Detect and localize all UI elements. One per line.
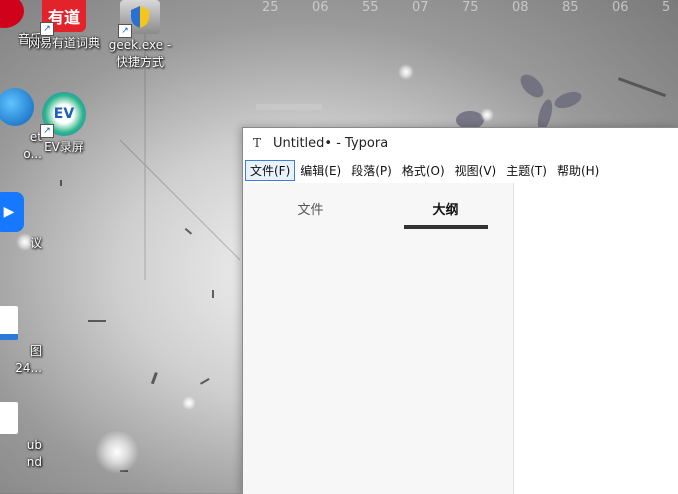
menu-edit[interactable]: 编辑(E) <box>295 160 346 181</box>
svg-text:07: 07 <box>412 0 429 15</box>
label-line: nd <box>26 455 42 469</box>
menu-paragraph[interactable]: 段落(P) <box>346 160 397 181</box>
menu-format[interactable]: 格式(O) <box>397 160 450 181</box>
document-file-icon <box>0 402 18 434</box>
window-body: 文件 大纲 <box>243 183 678 494</box>
desktop-icon-label: ub nd <box>0 437 42 471</box>
desktop-icon-label: 网易有道词典 <box>27 36 100 50</box>
shortcut-arrow-icon: ↗ <box>40 22 54 36</box>
window-titlebar[interactable]: T Untitled• - Typora <box>243 128 678 158</box>
shield-icon <box>131 6 149 28</box>
menu-bar: 文件(F) 编辑(E) 段落(P) 格式(O) 视图(V) 主题(T) 帮助(H… <box>243 158 678 182</box>
tab-files[interactable]: 文件 <box>243 183 378 225</box>
desktop-icon-youdao[interactable]: 有道 ↗ 网易有道词典 <box>22 0 106 52</box>
shortcut-arrow-icon: ↗ <box>118 24 132 38</box>
window-title: Untitled• - Typora <box>273 135 389 151</box>
label-line: ub <box>26 438 42 452</box>
svg-text:06: 06 <box>612 0 629 15</box>
desktop-icon-document[interactable]: ub nd <box>0 402 42 471</box>
image-file-icon <box>0 306 18 340</box>
svg-text:06: 06 <box>312 0 329 15</box>
sparkle <box>182 396 196 410</box>
label-line: geek.exe - <box>108 38 172 52</box>
label-line: 图 <box>29 344 42 358</box>
desktop-icon-meeting[interactable]: ▶ 议 <box>0 192 42 252</box>
svg-text:25: 25 <box>262 0 279 15</box>
sidebar-tabs: 文件 大纲 <box>243 183 513 229</box>
desktop-icon-geek[interactable]: ↗ geek.exe - 快捷方式 <box>98 0 182 71</box>
desktop-icon-label: EV录屏 <box>44 140 84 154</box>
menu-theme[interactable]: 主题(T) <box>501 160 552 181</box>
label-line: 24... <box>15 361 42 375</box>
typora-window[interactable]: T Untitled• - Typora 文件(F) 编辑(E) 段落(P) 格… <box>242 127 678 494</box>
music-app-icon <box>0 0 24 28</box>
menu-file[interactable]: 文件(F) <box>245 159 296 181</box>
menu-help[interactable]: 帮助(H) <box>552 160 604 181</box>
desktop-icon-label: 图 24... <box>0 343 42 377</box>
svg-text:08: 08 <box>512 0 529 15</box>
svg-text:85: 85 <box>562 0 579 15</box>
menu-view[interactable]: 视图(V) <box>450 160 502 181</box>
svg-text:75: 75 <box>462 0 479 15</box>
sparkle <box>95 430 139 474</box>
editor-area[interactable] <box>514 183 678 494</box>
sparkle <box>480 108 494 122</box>
desktop-icon-label: 议 <box>29 236 42 250</box>
desktop-icon-image[interactable]: 图 24... <box>0 306 42 377</box>
svg-text:5: 5 <box>662 0 670 15</box>
typora-app-icon: T <box>253 136 262 150</box>
label-line: 快捷方式 <box>115 55 164 69</box>
sparkle <box>398 64 414 80</box>
desktop-icon-ev[interactable]: EV ↗ EV录屏 <box>22 92 106 156</box>
meeting-app-icon: ▶ <box>0 192 24 232</box>
desktop-icon-label: geek.exe - 快捷方式 <box>98 37 182 71</box>
shortcut-arrow-icon: ↗ <box>40 124 54 138</box>
tab-outline[interactable]: 大纲 <box>378 183 513 229</box>
svg-text:55: 55 <box>362 0 379 15</box>
sidebar: 文件 大纲 <box>243 183 514 494</box>
